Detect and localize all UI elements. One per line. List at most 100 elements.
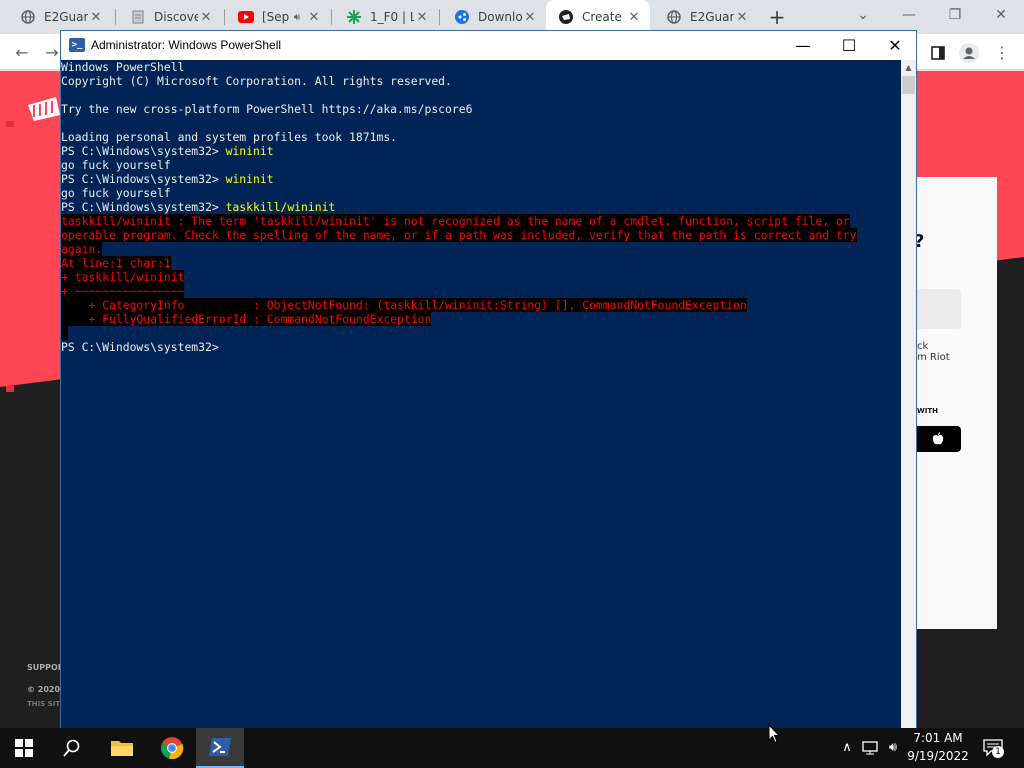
new-tab-button[interactable]: + xyxy=(764,4,790,30)
powershell-icon xyxy=(209,738,231,756)
console-text: go fuck yourself xyxy=(61,186,171,200)
powershell-titlebar[interactable]: >_ Administrator: Windows PowerShell — ☐… xyxy=(61,31,916,60)
username-field[interactable] xyxy=(914,289,961,329)
command-text: taskkill/wininit xyxy=(225,200,336,214)
browser-tab-discover[interactable]: Discover ✕ xyxy=(118,0,222,34)
console-line: PS C:\Windows\system32> xyxy=(61,340,901,354)
error-text: operable program. Check the spelling of … xyxy=(61,228,857,242)
console-line: At line:1 char:1 xyxy=(61,256,901,270)
more-menu-icon[interactable]: ⋮ xyxy=(988,39,1016,67)
console-line: Try the new cross-platform PowerShell ht… xyxy=(61,102,901,116)
tab-close-button[interactable]: ✕ xyxy=(522,10,538,25)
console-text: Windows PowerShell xyxy=(61,60,185,74)
sign-in-with-label: WITH xyxy=(917,407,938,415)
browser-minimize-button[interactable]: — xyxy=(886,0,932,30)
console-line: + taskkill/wininit xyxy=(61,270,901,284)
tab-divider xyxy=(115,9,116,25)
tray-expand-chevron-icon[interactable]: ∧ xyxy=(838,738,856,758)
speaker-icon[interactable]: 🔊︎ xyxy=(294,12,300,23)
tab-divider xyxy=(224,9,225,25)
console-text: PS C:\Windows\system32> xyxy=(61,340,219,354)
side-panel-icon[interactable] xyxy=(924,39,952,67)
maximize-button[interactable]: ☐ xyxy=(826,31,872,60)
console-line: + CategoryInfo : ObjectNotFound: (taskki… xyxy=(61,298,901,312)
minimize-button[interactable]: — xyxy=(780,31,826,60)
browser-tab-f0[interactable]: 1_F0 | Li ✕ xyxy=(334,0,438,34)
console-line: taskkill/wininit : The term 'taskkill/wi… xyxy=(61,214,901,228)
tab-close-button[interactable]: ✕ xyxy=(306,10,322,25)
file-explorer-icon xyxy=(111,741,133,756)
footer-copyright: © 2020 xyxy=(27,685,61,694)
console-line: again. xyxy=(61,242,901,256)
error-text: + FullyQualifiedErrorId : CommandNotFoun… xyxy=(61,312,432,326)
clock-time[interactable]: 7:01 AM xyxy=(906,731,970,745)
clock-date[interactable]: 9/19/2022 xyxy=(906,749,970,763)
scroll-up-arrow-icon[interactable]: ▲ xyxy=(901,60,916,75)
console-line: + ~~~~~~~~~~~~~~~~ xyxy=(61,284,901,298)
globe-icon xyxy=(666,9,682,25)
console-line: PS C:\Windows\system32> wininit xyxy=(61,172,901,186)
scrollbar-thumb[interactable] xyxy=(902,76,915,94)
browser-restore-button[interactable]: ❐ xyxy=(932,0,978,30)
tab-title: E2Guard xyxy=(690,10,734,24)
console-line xyxy=(61,326,901,340)
chrome-button[interactable] xyxy=(148,728,196,768)
console-text: PS C:\Windows\system32> xyxy=(61,144,226,158)
browser-tab-create-riot[interactable]: Create / ✕ xyxy=(546,0,650,34)
powershell-window-title: Administrator: Windows PowerShell xyxy=(91,38,282,52)
error-text: + CategoryInfo : ObjectNotFound: (taskki… xyxy=(61,298,747,312)
apple-sign-in-button[interactable] xyxy=(914,426,961,452)
share-icon xyxy=(454,9,470,25)
close-button[interactable]: ✕ xyxy=(872,31,918,60)
browser-close-button[interactable]: ✕ xyxy=(978,0,1024,30)
tab-close-button[interactable]: ✕ xyxy=(626,10,642,25)
search-icon xyxy=(63,739,80,757)
riot-icon xyxy=(558,9,574,25)
error-text: At line:1 char:1 xyxy=(61,256,171,270)
console-line: go fuck yourself xyxy=(61,158,901,172)
chrome-icon xyxy=(160,737,184,760)
document-icon xyxy=(130,9,146,25)
error-text: taskkill/wininit : The term 'taskkill/wi… xyxy=(61,214,850,228)
tab-close-button[interactable]: ✕ xyxy=(198,10,214,25)
console-text: PS C:\Windows\system32> xyxy=(61,172,226,186)
back-arrow-icon[interactable]: ← xyxy=(8,39,36,67)
console-line: + FullyQualifiedErrorId : CommandNotFoun… xyxy=(61,312,901,326)
tab-search-button[interactable]: ⌄ xyxy=(840,0,886,30)
browser-tab-e2guardian-2[interactable]: E2Guard ✕ xyxy=(654,0,758,34)
browser-tab-youtube[interactable]: [Sep 🔊︎ ✕ xyxy=(226,0,330,34)
browser-tab-download[interactable]: Downlo ✕ xyxy=(442,0,546,34)
network-icon[interactable] xyxy=(860,738,880,758)
powershell-taskbar-button[interactable] xyxy=(196,728,244,768)
console-line: operable program. Check the spelling of … xyxy=(61,228,901,242)
error-text: + ~~~~~~~~~~~~~~~~ xyxy=(61,284,185,298)
tab-title: 1_F0 | Li xyxy=(370,10,414,24)
tab-close-button[interactable]: ✕ xyxy=(414,10,430,25)
error-text: + taskkill/wininit xyxy=(61,270,185,284)
powershell-window: >_ Administrator: Windows PowerShell — ☐… xyxy=(60,30,917,729)
browser-tab-e2guardian-1[interactable]: E2Guard ✕ xyxy=(8,0,112,34)
error-text xyxy=(61,326,68,340)
console-text: Try the new cross-platform PowerShell ht… xyxy=(61,102,473,116)
powershell-console[interactable]: Windows PowerShell Copyright (C) Microsof… xyxy=(61,60,901,728)
notification-center-button[interactable]: 1 xyxy=(980,738,1006,758)
console-scrollbar[interactable]: ▲ xyxy=(901,60,916,728)
tab-divider xyxy=(331,9,332,25)
search-button[interactable] xyxy=(48,728,96,768)
decorative-mark xyxy=(6,121,14,127)
tab-close-button[interactable]: ✕ xyxy=(734,10,750,25)
tab-title: [Sep xyxy=(262,10,290,24)
command-text: wininit xyxy=(225,144,274,158)
file-explorer-button[interactable] xyxy=(98,728,146,768)
tab-divider xyxy=(439,9,440,25)
start-button[interactable] xyxy=(0,728,48,768)
tab-close-button[interactable]: ✕ xyxy=(88,10,104,25)
spark-icon xyxy=(346,9,362,25)
windows-taskbar: ∧ 🔊︎ 7:01 AM 9/19/2022 1 xyxy=(0,728,1024,768)
notification-count-badge: 1 xyxy=(992,746,1004,758)
profile-avatar-icon[interactable] xyxy=(955,39,983,67)
console-text: PS C:\Windows\system32> xyxy=(61,200,226,214)
volume-icon[interactable]: 🔊︎ xyxy=(883,738,903,758)
